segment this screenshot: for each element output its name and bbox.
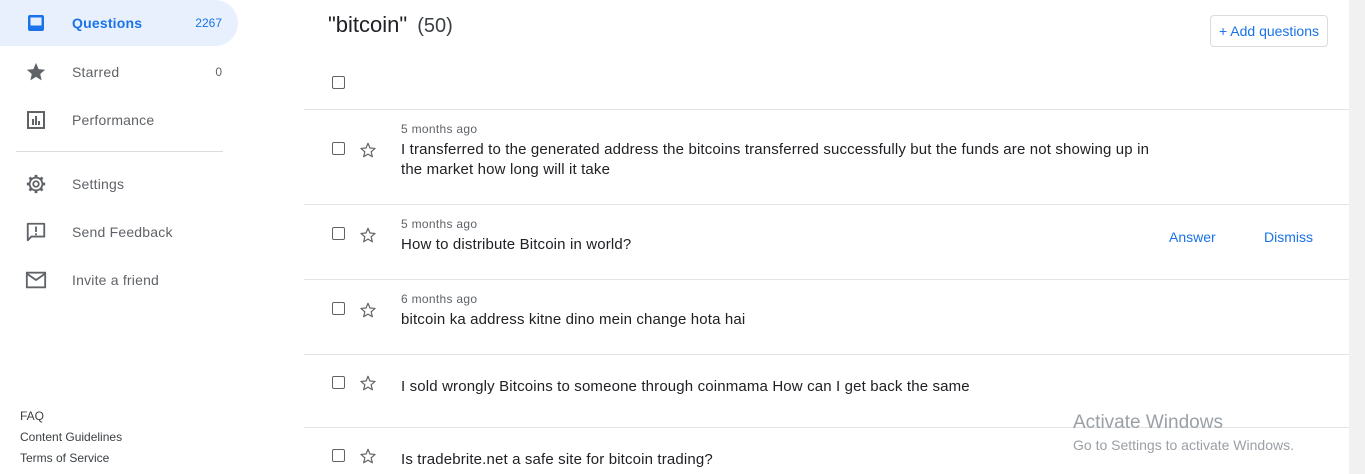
sidebar-item-questions[interactable]: Questions 2267 — [0, 0, 238, 46]
sidebar-divider — [16, 151, 223, 152]
sidebar-item-performance[interactable]: Performance — [0, 97, 238, 143]
question-time: 5 months ago — [401, 122, 478, 136]
footer-links: FAQ Content Guidelines Terms of Service — [20, 406, 122, 469]
sidebar-item-settings[interactable]: Settings — [0, 161, 238, 207]
question-text[interactable]: bitcoin ka address kitne dino mein chang… — [401, 310, 1161, 330]
feedback-icon — [24, 220, 48, 244]
question-checkbox[interactable] — [332, 449, 345, 462]
activate-windows-watermark: Activate Windows Go to Settings to activ… — [1073, 412, 1294, 453]
question-text[interactable]: Is tradebrite.net a safe site for bitcoi… — [401, 450, 1161, 470]
sidebar-item-send-feedback[interactable]: Send Feedback — [0, 209, 238, 255]
question-row[interactable]: 5 months ago I transferred to the genera… — [304, 110, 1349, 204]
questions-count: 2267 — [195, 16, 222, 30]
star-outline-icon[interactable] — [359, 141, 377, 159]
question-text[interactable]: How to distribute Bitcoin in world? — [401, 235, 1161, 255]
sidebar-item-invite-friend[interactable]: Invite a friend — [0, 257, 238, 303]
add-questions-button[interactable]: + Add questions — [1210, 15, 1328, 47]
sidebar-item-label: Invite a friend — [72, 272, 160, 288]
inbox-icon — [24, 11, 48, 35]
question-row[interactable]: 5 months ago How to distribute Bitcoin i… — [304, 205, 1349, 279]
question-row[interactable]: 6 months ago bitcoin ka address kitne di… — [304, 280, 1349, 354]
main-content: "bitcoin" (50) + Add questions 5 months … — [304, 0, 1349, 474]
question-checkbox[interactable] — [332, 227, 345, 240]
watermark-subtitle: Go to Settings to activate Windows. — [1073, 437, 1294, 453]
sidebar-item-label: Starred — [72, 64, 120, 80]
select-all-checkbox[interactable] — [332, 76, 345, 89]
answer-button[interactable]: Answer — [1169, 229, 1216, 245]
sidebar-item-label: Send Feedback — [72, 224, 173, 240]
gear-icon — [24, 172, 48, 196]
question-time: 5 months ago — [401, 217, 478, 231]
question-checkbox[interactable] — [332, 142, 345, 155]
mail-icon — [24, 268, 48, 292]
page-title: "bitcoin" — [328, 12, 408, 37]
result-count: (50) — [417, 15, 453, 37]
sidebar-item-label: Settings — [72, 176, 125, 192]
question-checkbox[interactable] — [332, 376, 345, 389]
dismiss-button[interactable]: Dismiss — [1264, 229, 1313, 245]
sidebar-item-starred[interactable]: Starred 0 — [0, 49, 238, 95]
sidebar-item-label: Performance — [72, 112, 155, 128]
sidebar-item-label: Questions — [72, 15, 143, 31]
question-text[interactable]: I sold wrongly Bitcoins to someone throu… — [401, 377, 1161, 397]
watermark-title: Activate Windows — [1073, 412, 1223, 433]
star-outline-icon[interactable] — [359, 374, 377, 392]
star-outline-icon[interactable] — [359, 226, 377, 244]
footer-link-terms[interactable]: Terms of Service — [20, 448, 122, 469]
scrollbar[interactable] — [1349, 0, 1365, 474]
question-time: 6 months ago — [401, 292, 478, 306]
sidebar: Questions 2267 Starred 0 Performance Set… — [0, 0, 240, 474]
star-outline-icon[interactable] — [359, 301, 377, 319]
footer-link-content-guidelines[interactable]: Content Guidelines — [20, 427, 122, 448]
starred-count: 0 — [215, 65, 222, 79]
question-checkbox[interactable] — [332, 302, 345, 315]
question-text[interactable]: I transferred to the generated address t… — [401, 140, 1161, 180]
footer-link-faq[interactable]: FAQ — [20, 406, 122, 427]
star-outline-icon[interactable] — [359, 447, 377, 465]
bar-chart-icon — [24, 108, 48, 132]
star-icon — [24, 60, 48, 84]
page-header: "bitcoin" (50) — [328, 12, 453, 38]
